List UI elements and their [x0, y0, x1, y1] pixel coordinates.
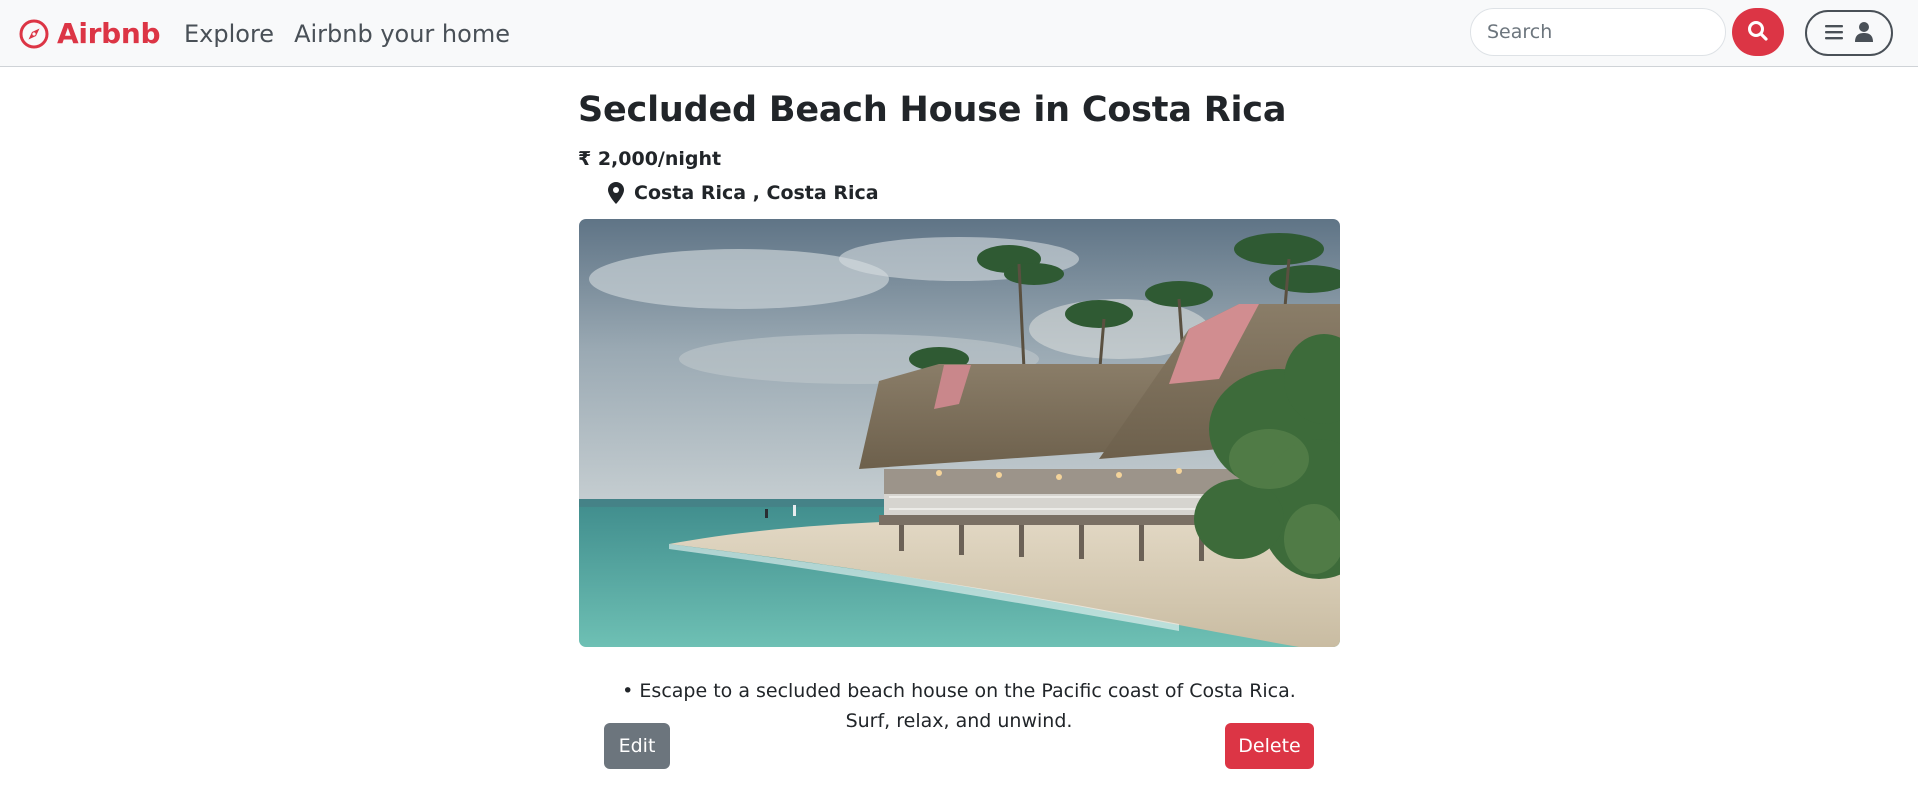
listing-location: Costa Rica , Costa Rica	[608, 182, 879, 204]
search-input[interactable]	[1470, 8, 1726, 56]
nav-link-explore[interactable]: Explore	[184, 20, 274, 48]
brand-link[interactable]: Airbnb	[18, 0, 161, 67]
nav-link-airbnb-your-home[interactable]: Airbnb your home	[294, 20, 510, 48]
user-icon	[1854, 21, 1874, 46]
hamburger-icon	[1824, 23, 1844, 44]
navbar: Airbnb Explore Airbnb your home	[0, 0, 1918, 67]
search-icon	[1747, 20, 1769, 45]
nav-links: Explore Airbnb your home	[184, 0, 530, 67]
search-button[interactable]	[1732, 8, 1784, 56]
listing-image	[579, 219, 1340, 647]
location-text: Costa Rica , Costa Rica	[634, 182, 879, 204]
edit-button[interactable]: Edit	[604, 723, 670, 769]
search-form	[1470, 8, 1784, 56]
compass-icon	[18, 18, 50, 50]
listing-title: Secluded Beach House in Costa Rica	[578, 90, 1287, 130]
map-pin-icon	[608, 182, 624, 204]
user-menu-button[interactable]	[1805, 10, 1893, 56]
listing-description: • Escape to a secluded beach house on th…	[622, 680, 1296, 732]
delete-button[interactable]: Delete	[1225, 723, 1314, 769]
listing-price: ₹ 2,000/night	[578, 148, 722, 170]
brand-name: Airbnb	[57, 17, 161, 50]
